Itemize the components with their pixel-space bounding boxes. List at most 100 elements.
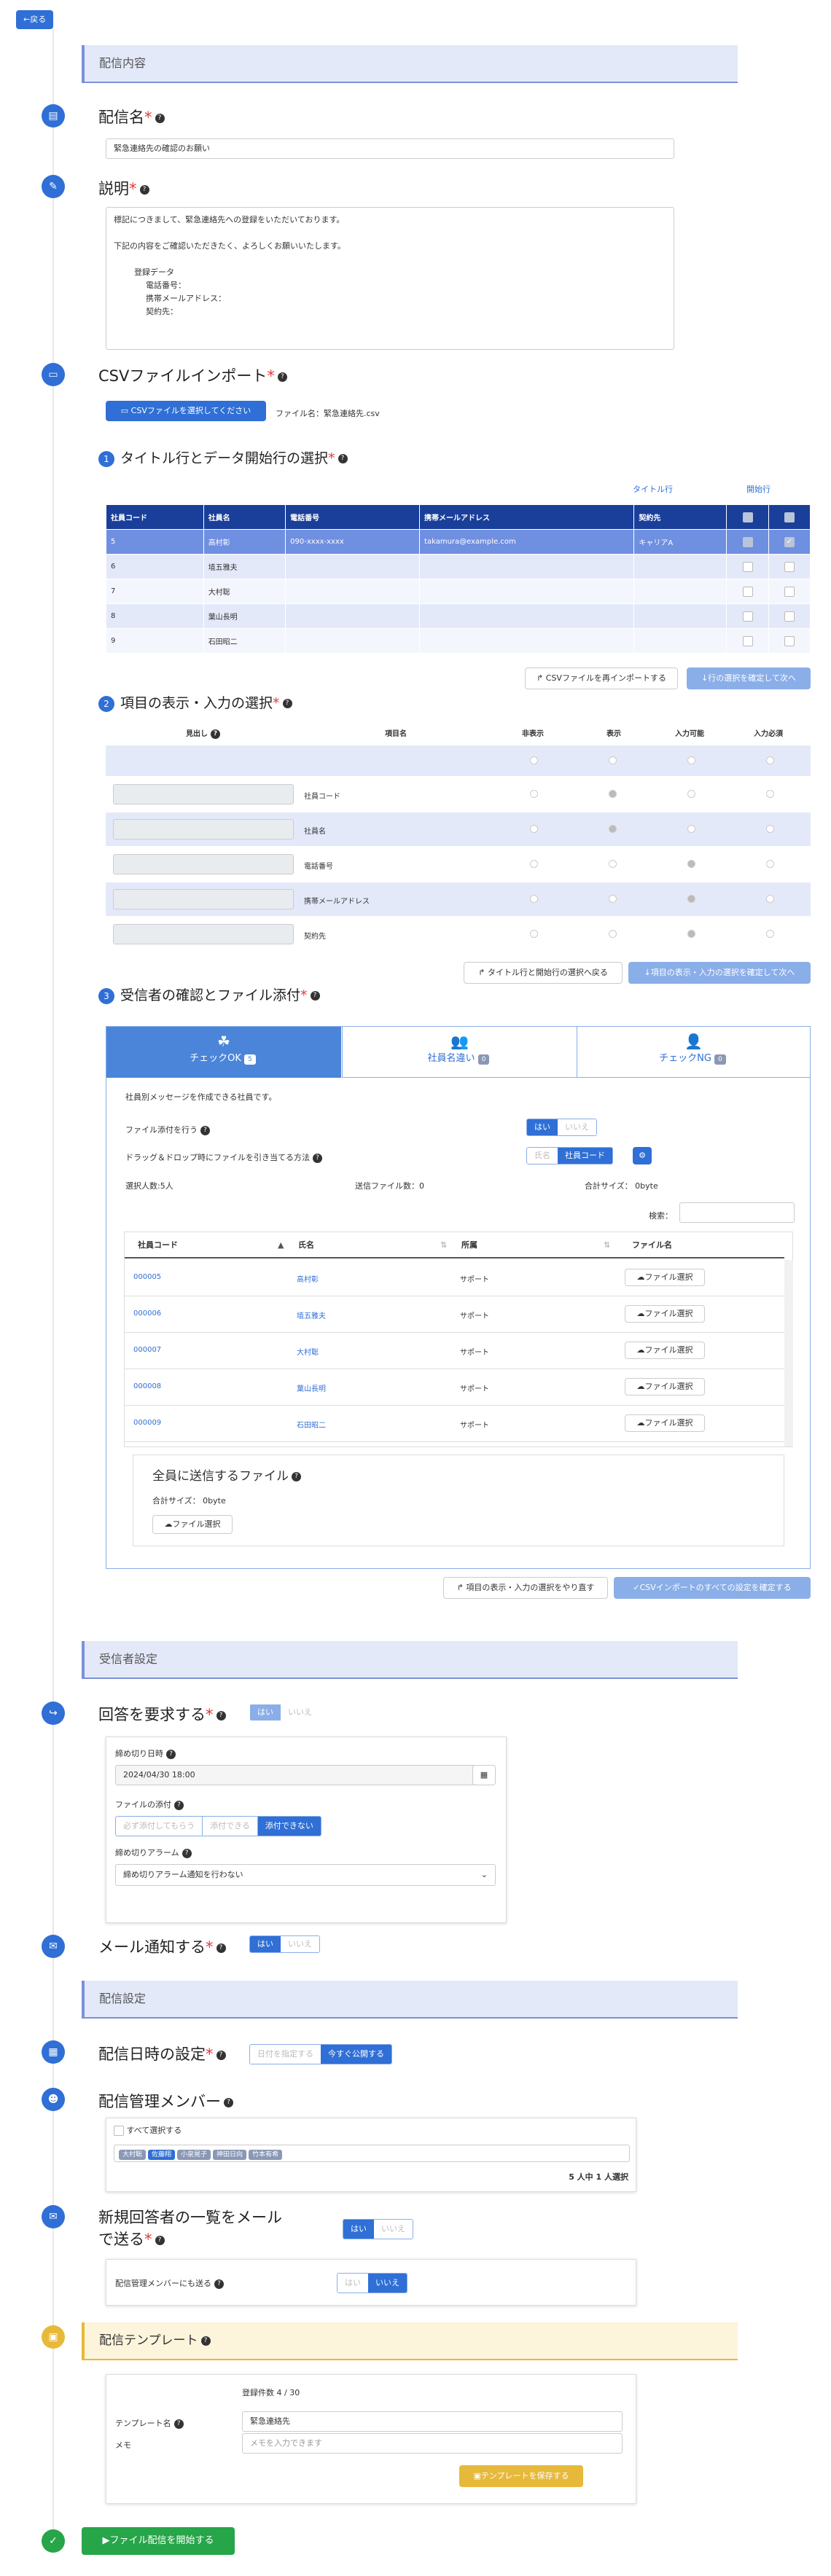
total-size: 合計サイズ： 0byte — [585, 1181, 658, 1191]
tab-check-ok[interactable]: ☘ チェックOK 5 — [106, 1027, 341, 1078]
back-button[interactable]: ←戻る — [16, 10, 54, 29]
dnd-label: ドラッグ＆ドロップ時にファイルを引き当てる方法? — [125, 1151, 322, 1163]
col-dept: 所属 — [461, 1240, 477, 1250]
col-code: 社員コード — [138, 1240, 178, 1250]
back-to-rows-button[interactable]: ↱ タイトル行と開始行の選択へ戻る — [464, 962, 623, 984]
h-show: 表示 — [606, 730, 621, 738]
sort-icon: ⇅ — [440, 1240, 448, 1250]
file-select-button[interactable]: ☁ファイル選択 — [625, 1305, 705, 1323]
section-header-recipient: 受信者設定 — [82, 1641, 738, 1679]
start-delivery-button[interactable]: ▶ファイル配信を開始する — [82, 2527, 235, 2555]
newmail-panel: 配信管理メンバーにも送る? はい いいえ — [106, 2259, 636, 2306]
start-row-checkbox[interactable]: ✓ — [784, 536, 795, 547]
save-icon: ▣ — [42, 2325, 65, 2349]
csv-label: CSVファイルインポート*? — [98, 364, 287, 386]
file-select-button[interactable]: ☁ファイル選択 — [625, 1414, 705, 1432]
h-item: 項目名 — [385, 730, 407, 738]
dnd-toggle[interactable]: 氏名 社員コード — [526, 1147, 613, 1164]
timeline-line — [52, 29, 54, 2540]
item-row — [106, 745, 811, 776]
confirm-all-button[interactable]: ✓CSVインポートのすべての設定を確定する — [614, 1577, 811, 1599]
members-select[interactable]: 大村聡 佐藤翔 小泉晃子 神田日向 竹本有希 — [114, 2145, 630, 2162]
title-row-checkbox[interactable] — [742, 512, 753, 522]
item-row: 携帯メールアドレス — [106, 882, 811, 916]
h-required: 入力必須 — [754, 730, 783, 738]
table-row: 7 大村聡 — [106, 579, 811, 604]
desc-textarea[interactable]: 標記につきまして、緊急連絡先への登録をいただいております。 下記の内容をご確認い… — [106, 207, 674, 350]
scrollbar[interactable] — [784, 1260, 793, 1446]
template-panel: 登録件数 4 / 30 テンプレート名? 緊急連絡先 メモ メモを入力できます … — [106, 2374, 636, 2504]
search-input[interactable] — [679, 1202, 795, 1223]
alarm-select[interactable]: 締め切りアラーム通知を行わない ⌄ — [115, 1864, 496, 1886]
redo-items-button[interactable]: ↱ 項目の表示・入力の選択をやり直す — [443, 1577, 608, 1599]
item-row: 社員コード — [106, 778, 811, 811]
help-icon: ? — [338, 454, 348, 463]
user-error-icon: 👤 — [684, 1033, 703, 1050]
csv-select-button[interactable]: ▭ CSVファイルを選択してください — [106, 401, 266, 421]
h-caption: 見出し? — [186, 727, 220, 739]
table-row: 000007 大村聡 サポート ☁ファイル選択 — [125, 1333, 784, 1369]
table-row: 000005 高村彰 サポート ☁ファイル選択 — [125, 1260, 784, 1296]
name-input[interactable]: 緊急連絡先の確認のお願い — [106, 138, 674, 159]
help-icon: ? — [139, 184, 149, 195]
sort-icon: ⇅ — [604, 1240, 611, 1250]
step1-label: 1 タイトル行とデータ開始行の選択*? — [98, 447, 348, 467]
calendar-icon: ▦ — [42, 2040, 65, 2064]
item-row: 社員名 — [106, 813, 811, 846]
sort-asc-icon: ▲ — [278, 1240, 284, 1250]
folder-icon: ▭ — [120, 406, 131, 415]
attach-label: ファイル添付を行う? — [125, 1124, 210, 1135]
deadline-input[interactable]: 2024/04/30 18:00 — [115, 1765, 480, 1785]
all-file-title: 全員に送信するファイル? — [152, 1465, 301, 1484]
start-row-checkbox[interactable] — [784, 512, 795, 522]
section-header-template: 配信テンプレート? — [82, 2322, 738, 2360]
member-badge: 小泉晃子 — [177, 2150, 211, 2160]
select-all[interactable]: すべて選択する — [114, 2124, 182, 2136]
col-start-row: 開始行 — [746, 485, 770, 494]
tab-name-mismatch[interactable]: 👥 社員名違い 0 — [342, 1027, 577, 1078]
share-icon: ↱ — [537, 673, 546, 683]
all-file-select-button[interactable]: ☁ファイル選択 — [152, 1515, 233, 1534]
title-row-checkbox[interactable] — [742, 536, 753, 547]
gear-icon[interactable]: ⚙ — [633, 1147, 652, 1164]
manager-label: 配信管理メンバーにも送る? — [115, 2277, 224, 2289]
confirm-rows-button[interactable]: ↓行の選択を確定して次へ — [687, 668, 811, 689]
item-row: 契約先 — [106, 917, 811, 951]
reimport-button[interactable]: ↱ CSVファイルを再インポートする — [525, 668, 678, 689]
memo-input[interactable]: メモを入力できます — [242, 2433, 623, 2454]
file-select-button[interactable]: ☁ファイル選択 — [625, 1269, 705, 1286]
envelope-icon: ✉ — [42, 1935, 65, 1958]
arrow-down-icon: ↓ — [644, 968, 651, 977]
search-label: 検索： — [649, 1211, 673, 1221]
item-row: 電話番号 — [106, 847, 811, 881]
users-icon: ☘ — [217, 1033, 230, 1050]
section-header-delivery: 配信内容 — [82, 45, 738, 83]
newmail-toggle[interactable]: はい いいえ — [343, 2219, 413, 2239]
attach-file-options[interactable]: 必ず添付してもらう 添付できる 添付できない — [115, 1816, 321, 1836]
csv-preview-table: 社員コード 社員名 電話番号 携帯メールアドレス 契約先 5 高村彰 090-xxxx-xx… — [106, 504, 811, 654]
template-name-input[interactable]: 緊急連絡先 — [242, 2411, 623, 2432]
answer-toggle[interactable]: はい いいえ — [249, 1704, 320, 1721]
member-badge: 竹本有希 — [249, 2150, 283, 2160]
schedule-toggle[interactable]: 日付を指定する 今すぐ公開する — [249, 2044, 392, 2064]
step3-label: 3 受信者の確認とファイル添付*? — [98, 984, 320, 1004]
col-name: 氏名 — [298, 1240, 314, 1250]
template-name-label: テンプレート名? — [115, 2417, 184, 2429]
col-file: ファイル名 — [632, 1240, 672, 1250]
folder-icon: ▭ — [42, 363, 65, 386]
calendar-icon[interactable]: ▦ — [472, 1765, 496, 1785]
save-template-button[interactable]: ▣テンプレートを保存する — [459, 2465, 583, 2487]
manager-toggle[interactable]: はい いいえ — [337, 2273, 407, 2293]
users-question-icon: 👥 — [450, 1033, 469, 1050]
answer-label: 回答を要求する*? — [98, 1703, 226, 1725]
file-select-button[interactable]: ☁ファイル選択 — [625, 1378, 705, 1395]
confirm-items-button[interactable]: ↓項目の表示・入力の選択を確定して次へ — [628, 962, 811, 984]
step2-label: 2 項目の表示・入力の選択*? — [98, 692, 292, 712]
alarm-label: 締め切りアラーム? — [115, 1847, 192, 1858]
tab-check-ng[interactable]: 👤 チェックNG 0 — [577, 1027, 810, 1078]
table-row: 000006 埴五雅夫 サポート ☁ファイル選択 — [125, 1296, 784, 1333]
file-select-button[interactable]: ☁ファイル選択 — [625, 1342, 705, 1359]
attach-toggle[interactable]: はい いいえ — [526, 1119, 597, 1136]
mail-toggle[interactable]: はい いいえ — [249, 1935, 320, 1953]
recipient-table: 社員コード ▲ 氏名 ⇅ 所属 ⇅ ファイル名 000005 高村彰 サポート ☁ファイル選… — [124, 1232, 793, 1447]
